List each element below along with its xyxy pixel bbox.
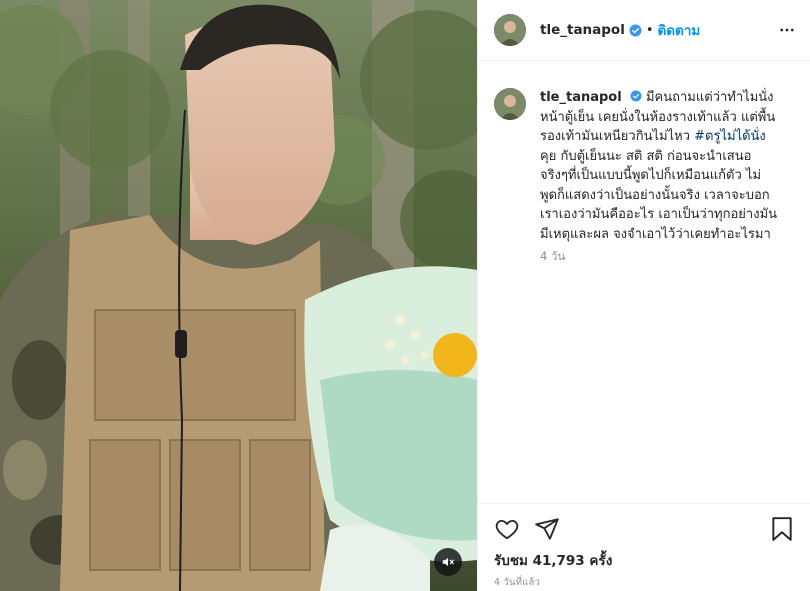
mute-button[interactable] <box>434 548 462 576</box>
bookmark-icon[interactable] <box>770 516 794 546</box>
post-header: tle_tanapol • ติดตาม <box>478 0 810 61</box>
caption-text: tle_tanapol มีคนถามแต่ว่าทำไมนั่ง หน้าตู… <box>540 88 794 244</box>
caption-line: พูดก็แสดงว่าเป็นอย่างนั้นจริง เวลาจะบอก <box>540 187 770 203</box>
caption-username[interactable]: tle_tanapol <box>540 90 622 105</box>
post-timestamp: 4 วันที่แล้ว <box>494 577 541 588</box>
caption-line: มีเหตุและผล จงจำเอาไว้ว่าเคยทำอะไรมา <box>540 226 771 242</box>
caption-line: หน้าตู้เย็น เคยนั่งในห้องรางเท้าแล้ว แต่… <box>540 109 776 125</box>
separator-dot: • <box>645 22 654 38</box>
post-panel: tle_tanapol • ติดตาม tle_tanapol มีคนถาม… <box>477 0 810 591</box>
caption-line: เราเองว่ามันคืออะไร เอาเป็นว่าทุกอย่างมั… <box>540 207 778 222</box>
heart-icon[interactable] <box>494 516 520 546</box>
views-unit: ครั้ง <box>589 553 613 569</box>
caption-line: มีคนถามแต่ว่าทำไมนั่ง <box>645 90 774 105</box>
username-link[interactable]: tle_tanapol <box>540 22 625 38</box>
views-number: 41,793 <box>532 553 585 569</box>
caption-line: คุย กับตู้เย็นนะ สติ สติ ก่อนจะนำเสนอ <box>540 148 752 164</box>
verified-badge-icon <box>630 90 642 102</box>
post-actions: รับชม 41,793 ครั้ง 4 วันที่แล้ว <box>478 503 810 591</box>
more-options-icon[interactable] <box>778 21 796 43</box>
follow-button[interactable]: ติดตาม <box>658 19 701 41</box>
caption-line: รองเท้ามันเหนียวกินไม่ไหว <box>540 129 695 144</box>
avatar[interactable] <box>494 14 526 46</box>
paper-plane-icon[interactable] <box>534 516 560 546</box>
verified-badge-icon <box>629 24 642 37</box>
post-video[interactable] <box>0 0 477 591</box>
caption-age: 4 วัน <box>540 249 566 263</box>
hashtag-link[interactable]: #ตรูไม่ได้นั่ง <box>694 129 766 144</box>
view-count[interactable]: รับชม 41,793 ครั้ง <box>494 549 612 571</box>
video-frame <box>0 0 477 591</box>
caption-line: จริงๆที่เป็นแบบนี้พูดไปก็เหมือนแก้ตัว ไม… <box>540 168 762 183</box>
views-label: รับชม <box>494 553 528 569</box>
muted-speaker-icon <box>442 557 454 567</box>
caption-avatar[interactable] <box>494 88 526 120</box>
